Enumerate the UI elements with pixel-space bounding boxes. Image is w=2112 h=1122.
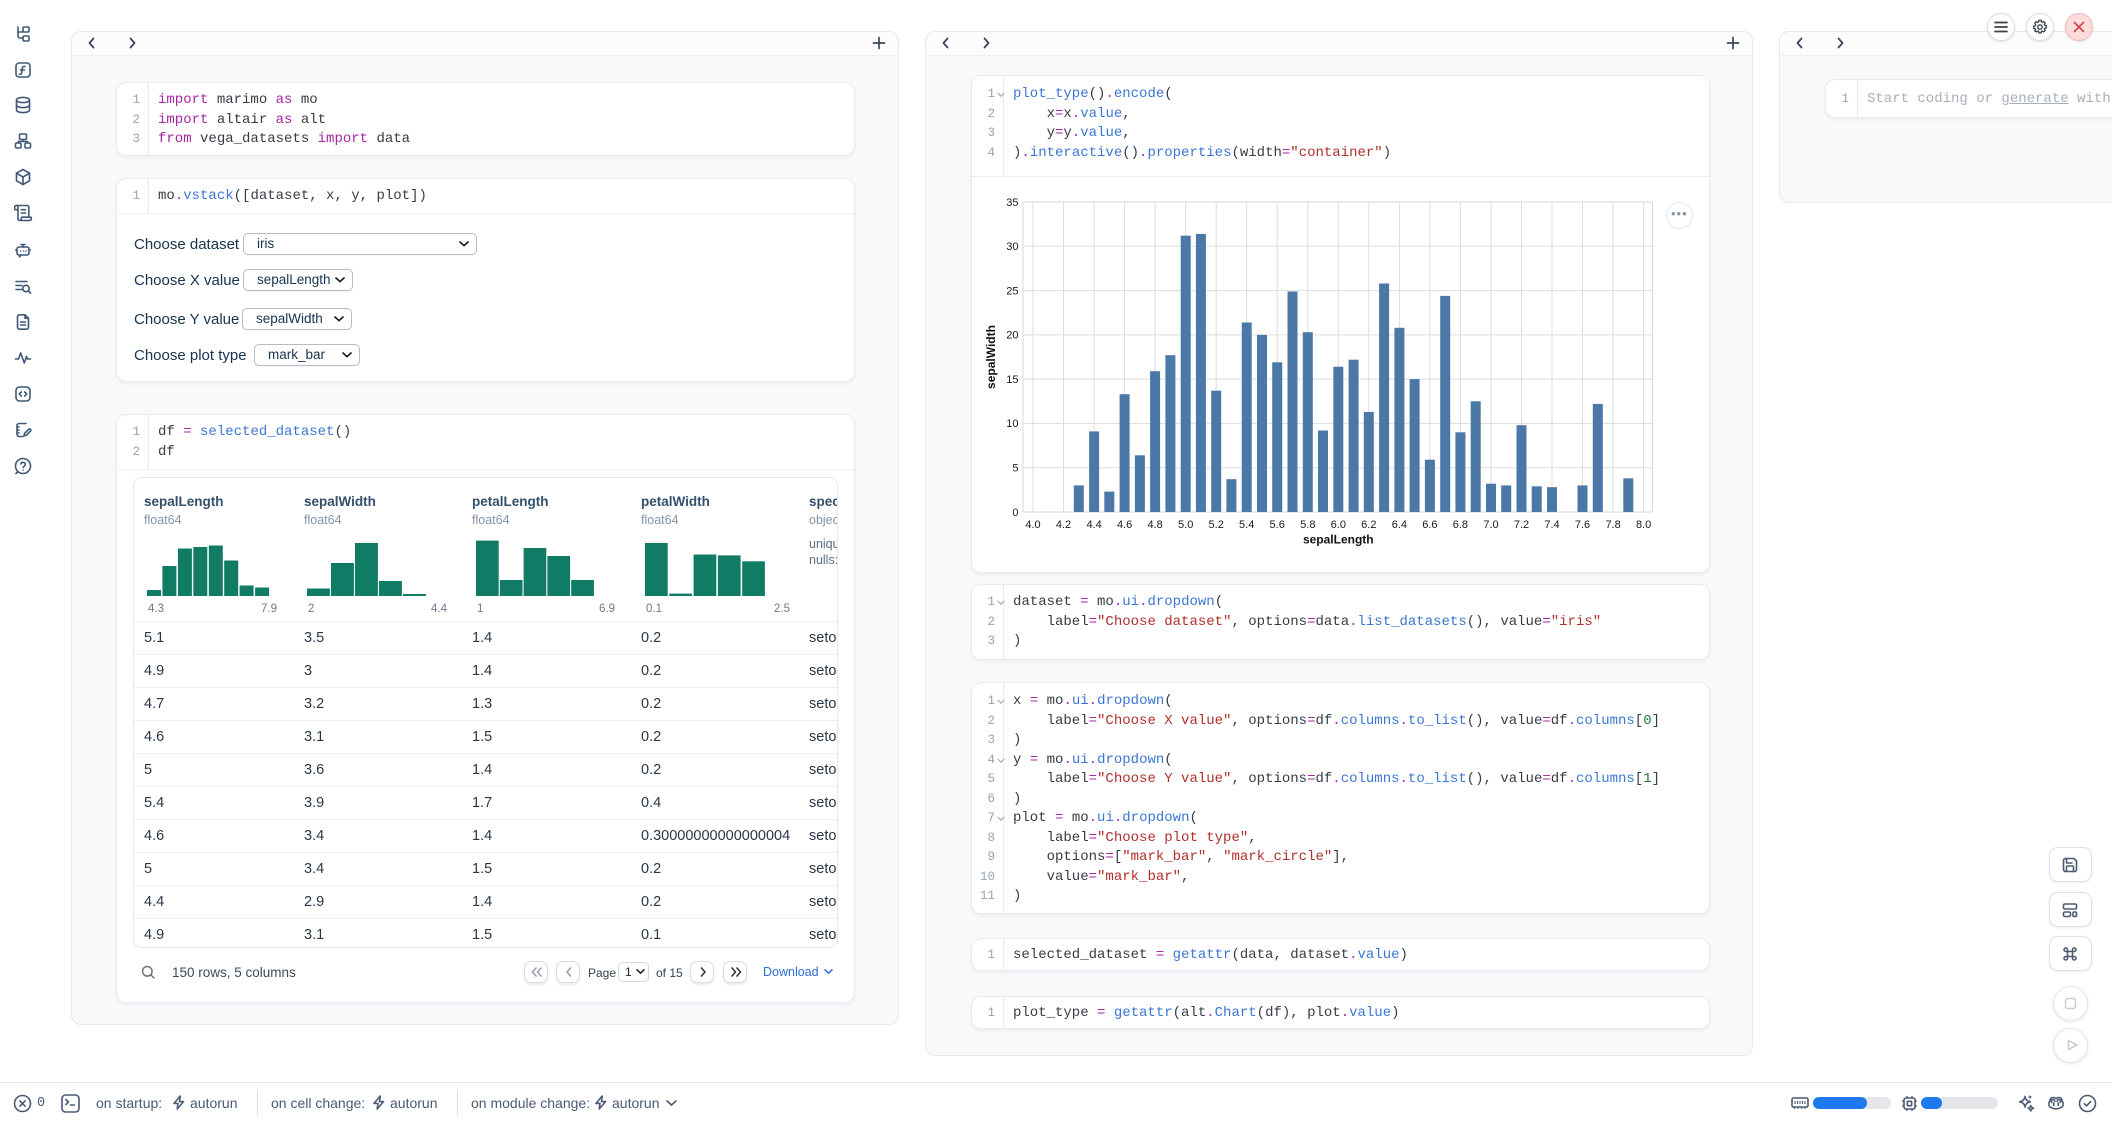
svg-text:5: 5 [1012,463,1018,475]
svg-text:5.6: 5.6 [1270,519,1285,531]
svg-text:10: 10 [1006,418,1018,430]
svg-text:0.1: 0.1 [646,603,662,615]
svg-text:2: 2 [308,603,314,615]
svg-text:4.8: 4.8 [1147,519,1162,531]
svg-text:4.4: 4.4 [1086,519,1101,531]
svg-text:20: 20 [1006,330,1018,342]
svg-text:4.6: 4.6 [1117,519,1132,531]
svg-text:0: 0 [1012,507,1018,519]
svg-text:25: 25 [1006,285,1018,297]
svg-text:7.8: 7.8 [1605,519,1620,531]
svg-text:4.3: 4.3 [148,603,164,615]
svg-text:8.0: 8.0 [1636,519,1651,531]
svg-text:7.2: 7.2 [1514,519,1529,531]
svg-text:4.4: 4.4 [431,603,448,615]
svg-text:5.0: 5.0 [1178,519,1193,531]
svg-text:35: 35 [1006,197,1018,209]
svg-text:1: 1 [477,603,483,615]
svg-text:5.8: 5.8 [1300,519,1315,531]
svg-text:6.2: 6.2 [1361,519,1376,531]
svg-text:7.9: 7.9 [261,603,277,615]
svg-text:6.6: 6.6 [1422,519,1437,531]
svg-text:sepalWidth: sepalWidth [985,325,998,389]
svg-text:5.2: 5.2 [1209,519,1224,531]
svg-text:6.8: 6.8 [1453,519,1468,531]
svg-text:4.0: 4.0 [1025,519,1040,531]
svg-text:6.0: 6.0 [1331,519,1346,531]
svg-text:5.4: 5.4 [1239,519,1254,531]
svg-text:6.9: 6.9 [599,603,615,615]
svg-text:7.4: 7.4 [1544,519,1559,531]
svg-text:6.4: 6.4 [1392,519,1407,531]
svg-text:4.2: 4.2 [1056,519,1071,531]
svg-text:7.0: 7.0 [1483,519,1498,531]
svg-text:sepalLength: sepalLength [1303,533,1374,547]
svg-text:2.5: 2.5 [774,603,790,615]
svg-text:7.6: 7.6 [1575,519,1590,531]
svg-text:15: 15 [1006,374,1018,386]
svg-text:30: 30 [1006,241,1018,253]
